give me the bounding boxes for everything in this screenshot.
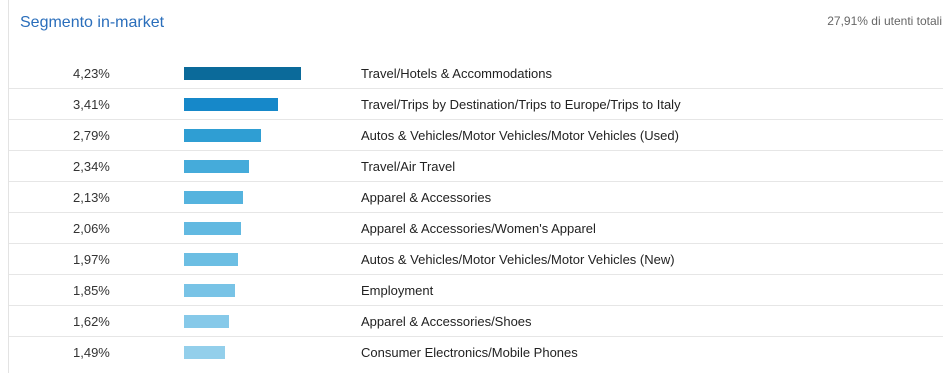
segment-label: Autos & Vehicles/Motor Vehicles/Motor Ve… [361,128,679,143]
segment-label: Travel/Air Travel [361,159,456,174]
card-title: Segmento in-market [20,14,165,31]
segment-row: 2,06% Apparel & Accessories/Women's Appar… [9,213,943,244]
segment-percent: 1,62% [73,314,110,329]
segment-bar [184,191,243,204]
segment-bar-track [184,222,339,235]
segment-label: Apparel & Accessories [361,190,492,205]
segment-bar [184,284,235,297]
segment-bar-track [184,191,339,204]
segment-row: 2,13% Apparel & Accessories [9,182,943,213]
segment-row: 1,97% Autos & Vehicles/Motor Vehicles/Mot… [9,244,943,275]
in-market-segment-card: Segmento in-market 27,91% di utenti tota… [8,0,943,373]
segment-bar-track [184,67,339,80]
segment-bar [184,253,238,266]
segment-bar-track [184,160,339,173]
segment-row: 1,62% Apparel & Accessories/Shoes [9,306,943,337]
segment-list: 4,23% Travel/Hotels & Accommodations 3,41%… [9,58,943,368]
segment-label: Travel/Hotels & Accommodations [361,66,552,81]
segment-bar [184,222,241,235]
segment-row: 4,23% Travel/Hotels & Accommodations [9,58,943,89]
segment-percent: 2,34% [73,159,110,174]
segment-label: Apparel & Accessories/Shoes [361,314,532,329]
segment-label: Autos & Vehicles/Motor Vehicles/Motor Ve… [361,252,675,267]
segment-percent: 4,23% [73,66,110,81]
segment-label: Apparel & Accessories/Women's Apparel [361,221,596,236]
segment-percent: 2,06% [73,221,110,236]
segment-bar [184,129,261,142]
segment-bar [184,346,225,359]
segment-label: Employment [361,283,434,298]
segment-bar [184,160,249,173]
segment-bar-track [184,253,339,266]
segment-bar-track [184,346,339,359]
segment-bar-track [184,284,339,297]
segment-bar [184,315,229,328]
segment-row: 1,49% Consumer Electronics/Mobile Phones [9,337,943,368]
segment-percent: 2,79% [73,128,110,143]
segment-percent: 1,85% [73,283,110,298]
total-users-summary: 27,91% di utenti totali [827,14,942,28]
segment-percent: 3,41% [73,97,110,112]
segment-percent: 2,13% [73,190,110,205]
segment-row: 1,85% Employment [9,275,943,306]
segment-bar-track [184,129,339,142]
segment-percent: 1,49% [73,345,110,360]
card-header: Segmento in-market 27,91% di utenti tota… [9,0,943,55]
segment-bar [184,98,278,111]
segment-bar [184,67,301,80]
segment-label: Consumer Electronics/Mobile Phones [361,345,578,360]
segment-bar-track [184,315,339,328]
segment-row: 2,34% Travel/Air Travel [9,151,943,182]
segment-row: 2,79% Autos & Vehicles/Motor Vehicles/Mot… [9,120,943,151]
segment-percent: 1,97% [73,252,110,267]
segment-row: 3,41% Travel/Trips by Destination/Trips t… [9,89,943,120]
segment-bar-track [184,98,339,111]
segment-label: Travel/Trips by Destination/Trips to Eur… [361,97,681,112]
